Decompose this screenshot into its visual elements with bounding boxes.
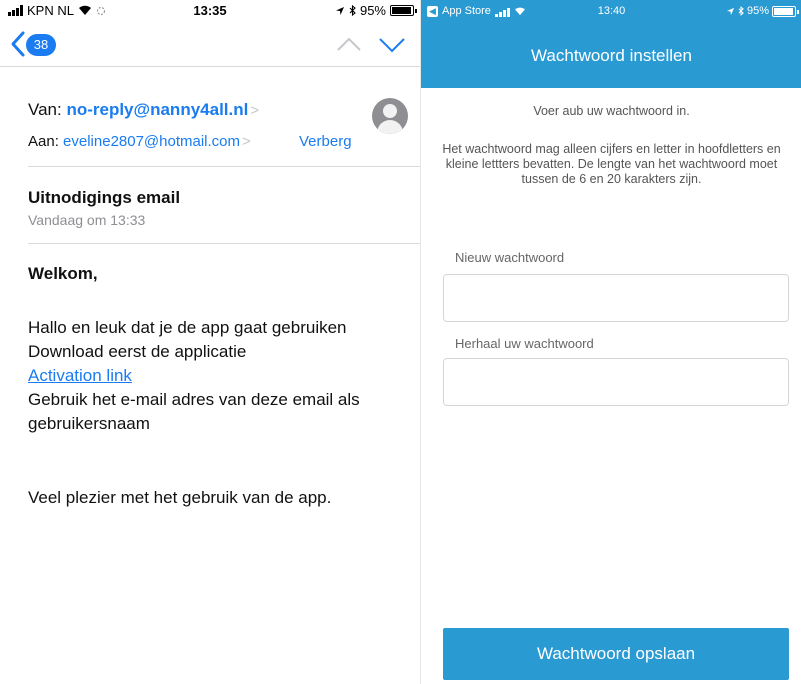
new-password-field[interactable] [443,274,789,322]
mail-screen: KPN NL 13:35 95% 38 Van: no-reply@nanny4… [0,0,420,684]
avatar-body [377,120,403,134]
location-icon [335,6,344,15]
from-label: Van: [28,100,62,119]
bluetooth-icon [349,5,356,16]
from-line: Van: no-reply@nanny4all.nl > [28,100,259,120]
battery-percent: 95% [359,3,386,18]
password-rules-text: Het wachtwoord mag alleen cijfers en let… [442,142,781,186]
bluetooth-icon [738,6,744,16]
status-bar: KPN NL 13:35 95% [0,0,420,22]
from-address[interactable]: no-reply@nanny4all.nl [66,100,248,119]
greeting: Welkom, [28,264,98,283]
app-header: ◀ App Store 13:40 95% Wachtwoord instell… [421,0,801,88]
new-password-label: Nieuw wachtwoord [455,250,565,265]
to-chevron-icon: > [242,133,251,150]
repeat-password-field[interactable] [443,358,789,406]
mail-body: Welkom, Hallo en leuk dat je de app gaat… [28,262,408,510]
mail-nav-bar: 38 [0,22,420,66]
battery-fill [392,7,411,14]
closing-line: Veel plezier met het gebruik van de app. [28,488,332,507]
body-line-1: Hallo en leuk dat je de app gaat gebruik… [28,318,347,337]
subject-divider [28,243,420,244]
status-right-group: 95% [726,5,799,17]
repeat-password-label: Herhaal uw wachtwoord [455,336,594,351]
status-right-group: 95% [335,3,417,18]
intro-text: Voer aub uw wachtwoord in. [533,104,690,118]
to-label: Aan: [28,133,59,150]
avatar-head [383,104,397,118]
save-password-button[interactable]: Wachtwoord opslaan [443,628,789,680]
to-line: Aan: eveline2807@hotmail.com > [28,133,251,150]
hide-details-link[interactable]: Verberg [299,133,352,150]
battery-icon [390,5,417,16]
page-title: Wachtwoord instellen [531,46,692,65]
to-address[interactable]: eveline2807@hotmail.com [63,133,240,150]
contact-avatar[interactable] [372,98,408,134]
battery-fill [774,7,793,15]
previous-message-icon[interactable] [336,32,362,56]
battery-percent: 95% [746,5,769,17]
next-message-icon[interactable] [378,32,406,56]
from-chevron-icon: > [250,102,260,119]
mail-subject: Uitnodigings email [28,188,181,207]
header-divider [28,166,420,167]
unread-count-badge[interactable]: 38 [26,34,56,56]
location-icon [726,7,735,15]
password-app-screen: ◀ App Store 13:40 95% Wachtwoord instell… [420,0,801,684]
activation-link[interactable]: Activation link [28,364,408,388]
body-line-3: Gebruik het e-mail adres van deze email … [28,390,360,433]
mail-date: Vandaag om 13:33 [28,212,146,228]
nav-divider [0,66,420,67]
battery-icon [772,5,799,17]
body-line-2: Download eerst de applicatie [28,342,247,361]
status-bar: ◀ App Store 13:40 95% [421,0,801,22]
